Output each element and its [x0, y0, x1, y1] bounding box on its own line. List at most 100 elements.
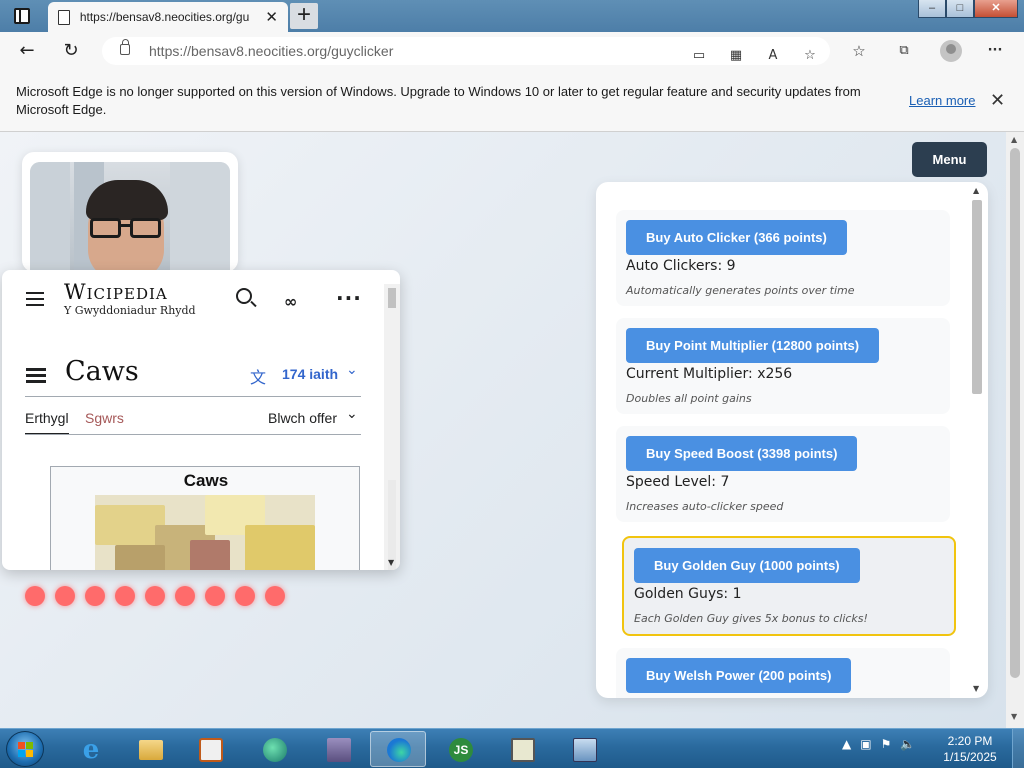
media-player-icon[interactable] — [182, 731, 238, 767]
read-aloud-icon[interactable]: A — [762, 45, 784, 67]
menu-button[interactable]: Menu — [912, 142, 987, 177]
green-app-icon[interactable] — [246, 731, 302, 767]
golden-guy-description: Each Golden Guy gives 5x bonus to clicks… — [634, 612, 868, 625]
buy-welsh-power-button[interactable]: Buy Welsh Power (200 points) — [626, 658, 852, 693]
volume-icon[interactable]: 🔈 — [900, 737, 915, 751]
show-hidden-icons[interactable]: ▲ — [842, 737, 851, 751]
popup-scrollbar[interactable]: ▼ — [384, 284, 400, 570]
guy-click-target[interactable] — [22, 152, 238, 277]
upgrade-point-multiplier: Buy Point Multiplier (12800 points) Curr… — [616, 318, 950, 414]
more-options-icon[interactable]: ··· — [336, 286, 362, 310]
buy-speed-boost-button[interactable]: Buy Speed Boost (3398 points) — [626, 436, 858, 471]
maximize-button[interactable]: □ — [946, 0, 974, 18]
action-center-flag-icon[interactable]: ⚑ — [881, 737, 892, 751]
click-particle — [205, 586, 225, 606]
favorites-icon[interactable]: ☆ — [848, 40, 870, 62]
page-icon — [58, 9, 70, 25]
languages-link[interactable]: 174 iaith — [282, 366, 338, 382]
wikipedia-tagline: Y Gwyddoniadur Rhydd — [64, 304, 196, 317]
file-explorer-icon[interactable] — [122, 731, 178, 767]
click-particle — [145, 586, 165, 606]
table-of-contents-icon[interactable] — [26, 368, 46, 384]
buy-point-multiplier-button[interactable]: Buy Point Multiplier (12800 points) — [626, 328, 880, 363]
back-button[interactable]: ← — [14, 38, 40, 64]
internet-explorer-icon[interactable]: e — [62, 731, 118, 767]
article-title: Caws — [65, 356, 139, 387]
tab-talk[interactable]: Sgwrs — [85, 410, 124, 426]
qr-icon[interactable]: ▦ — [725, 45, 747, 67]
chevron-down-icon[interactable]: ⌄ — [346, 362, 358, 378]
profile-icon[interactable] — [940, 40, 962, 62]
speed-level-stat: Speed Level: 7 — [626, 474, 730, 490]
shop-scrollbar[interactable]: ▲ ▼ — [970, 186, 984, 694]
system-monitor-icon[interactable] — [494, 731, 550, 767]
reading-glasses-icon[interactable]: ∞ — [284, 292, 297, 311]
upgrade-golden-guy: Buy Golden Guy (1000 points) Golden Guys… — [622, 536, 956, 636]
multiplier-stat: Current Multiplier: x256 — [626, 366, 793, 382]
refresh-button[interactable]: ↻ — [58, 38, 84, 64]
buy-auto-clicker-button[interactable]: Buy Auto Clicker (366 points) — [626, 220, 847, 255]
window-titlebar: https://bensav8.neocities.org/gu ✕ + – □… — [0, 0, 1024, 32]
minimize-button[interactable]: – — [918, 0, 946, 18]
wikipedia-logo[interactable]: Wicipedia — [64, 280, 168, 304]
click-particle — [85, 586, 105, 606]
system-tray: ▲ ▣ ⚑ 🔈 — [842, 737, 915, 751]
wikipedia-popup: Wicipedia Y Gwyddoniadur Rhydd ∞ ··· Caw… — [2, 270, 400, 570]
winrar-icon[interactable] — [310, 731, 366, 767]
show-desktop-button[interactable] — [1012, 729, 1024, 768]
more-icon[interactable]: ··· — [984, 40, 1006, 62]
lock-icon[interactable] — [120, 39, 130, 55]
chevron-down-icon[interactable]: ⌄ — [346, 406, 358, 422]
click-particles — [25, 586, 285, 606]
clock-date: 1/15/2025 — [943, 750, 997, 764]
translate-icon[interactable]: 文 — [250, 364, 266, 388]
guy-image[interactable] — [30, 162, 230, 277]
notice-text: Microsoft Edge is no longer supported on… — [16, 84, 861, 117]
page-scrollbar[interactable]: ▲ ▼ — [1006, 132, 1024, 728]
click-particle — [175, 586, 195, 606]
auto-clickers-stat: Auto Clickers: 9 — [626, 258, 736, 274]
unsupported-notice: Microsoft Edge is no longer supported on… — [0, 70, 1024, 132]
edge-icon[interactable] — [370, 731, 426, 767]
app-available-icon[interactable]: ▭ — [688, 45, 710, 67]
window-controls: – □ ✕ — [918, 0, 1018, 18]
multiplier-description: Doubles all point gains — [626, 392, 752, 405]
hamburger-menu-icon[interactable] — [26, 292, 44, 306]
sidebar-toggle-icon[interactable] — [14, 8, 30, 24]
clock[interactable]: 2:20 PM 1/15/2025 — [936, 733, 1004, 765]
tab-close-button[interactable]: ✕ — [265, 8, 278, 26]
collections-icon[interactable]: ⧉ — [893, 40, 915, 62]
speed-boost-description: Increases auto-clicker speed — [626, 500, 784, 513]
js-app-icon[interactable]: JS — [432, 731, 488, 767]
network-icon[interactable]: ▣ — [860, 737, 871, 751]
taskbar: e JS ▲ ▣ ⚑ 🔈 2:20 PM 1/15/2025 — [0, 728, 1024, 768]
tab-title: https://bensav8.neocities.org/gu — [79, 10, 250, 24]
tools-dropdown[interactable]: Blwch offer — [268, 410, 337, 426]
new-tab-button[interactable]: + — [290, 3, 318, 29]
remote-desktop-icon[interactable] — [556, 731, 612, 767]
infobox-title: Caws — [183, 471, 229, 490]
upgrade-shop: Buy Auto Clicker (366 points) Auto Click… — [596, 182, 988, 698]
infobox: Caws — [50, 466, 360, 570]
address-toolbar: ← ↻ https://bensav8.neocities.org/guycli… — [0, 32, 1024, 70]
tab-article[interactable]: Erthygl — [25, 410, 69, 435]
address-bar[interactable]: https://bensav8.neocities.org/guyclicker… — [102, 37, 830, 65]
click-particle — [115, 586, 135, 606]
clock-time: 2:20 PM — [947, 734, 993, 748]
browser-tab[interactable]: https://bensav8.neocities.org/gu ✕ — [48, 2, 288, 32]
golden-guys-stat: Golden Guys: 1 — [634, 586, 742, 602]
search-icon[interactable] — [236, 288, 252, 304]
url-text[interactable]: https://bensav8.neocities.org/guyclicker — [149, 43, 393, 59]
click-particle — [25, 586, 45, 606]
cheese-image[interactable] — [95, 495, 315, 570]
start-button[interactable] — [6, 731, 44, 767]
close-window-button[interactable]: ✕ — [974, 0, 1018, 18]
learn-more-link[interactable]: Learn more — [909, 93, 975, 108]
upgrade-auto-clicker: Buy Auto Clicker (366 points) Auto Click… — [616, 210, 950, 306]
upgrade-welsh-power: Buy Welsh Power (200 points) — [616, 648, 950, 698]
upgrade-speed-boost: Buy Speed Boost (3398 points) Speed Leve… — [616, 426, 950, 522]
click-particle — [235, 586, 255, 606]
add-favorite-icon[interactable]: ☆ — [799, 45, 821, 67]
buy-golden-guy-button[interactable]: Buy Golden Guy (1000 points) — [634, 548, 860, 583]
notice-close-icon[interactable]: ✕ — [990, 90, 1005, 111]
